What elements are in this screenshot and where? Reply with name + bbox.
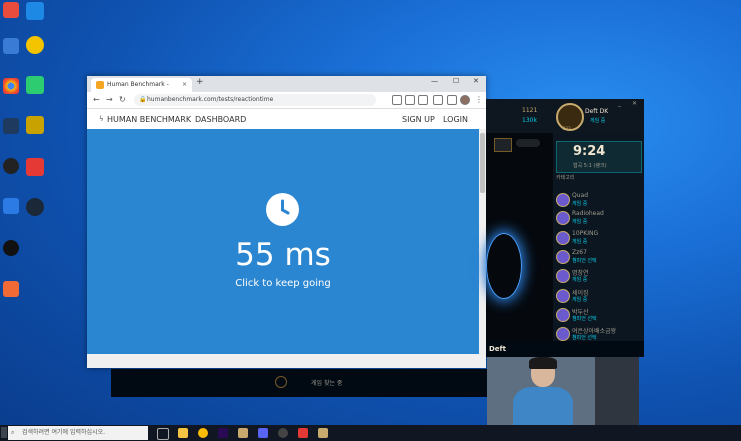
url-text: humanbenchmark.com/tests/reactiontime bbox=[147, 96, 274, 103]
friend-item[interactable]: 명창연 게임 중 bbox=[556, 267, 642, 285]
bolt-icon: ϟ bbox=[99, 115, 104, 123]
minimize-icon[interactable]: — bbox=[431, 77, 438, 85]
search-placeholder: 검색하려면 여기에 입력하십시오. bbox=[22, 429, 106, 436]
result-time: 55 ms bbox=[235, 237, 331, 273]
obs-icon[interactable] bbox=[0, 158, 22, 174]
client-footer: Deft bbox=[486, 341, 644, 357]
friends-header: 카테고리 bbox=[556, 175, 575, 181]
home-button[interactable] bbox=[494, 138, 512, 152]
queue-bar: 게임 찾는 중 bbox=[111, 369, 487, 397]
vertical-scrollbar[interactable] bbox=[479, 129, 486, 354]
address-bar-row: ← → ↻ 🔒 humanbenchmark.com/tests/reactio… bbox=[87, 92, 486, 109]
game-timer-card[interactable]: 9:24 협곡 5:1 (랭크) bbox=[556, 141, 642, 173]
reaction-test-area[interactable]: 55 ms Click to keep going bbox=[87, 129, 479, 354]
favicon-icon bbox=[96, 81, 104, 89]
desktop-icon[interactable] bbox=[22, 158, 48, 176]
extension-icon[interactable] bbox=[447, 95, 457, 105]
level-badge: 233 bbox=[563, 126, 571, 131]
desktop-icon[interactable] bbox=[0, 2, 22, 18]
extension-icon[interactable] bbox=[433, 95, 443, 105]
friend-item[interactable]: 10PKING 게임 중 bbox=[556, 229, 642, 247]
desktop-icon[interactable] bbox=[0, 240, 22, 256]
desktop-icon[interactable] bbox=[22, 116, 48, 134]
new-tab-button[interactable]: + bbox=[196, 77, 204, 87]
obs-icon[interactable] bbox=[278, 428, 288, 438]
footer-name: Deft bbox=[489, 345, 506, 353]
desktop-icon[interactable] bbox=[22, 76, 48, 94]
league-icon[interactable] bbox=[318, 428, 328, 438]
browser-window: Human Benchmark - Reaction × + — ☐ ✕ ← →… bbox=[87, 76, 486, 368]
desktop-icon[interactable] bbox=[0, 281, 22, 297]
friend-item[interactable]: Radiohead 게임 중 bbox=[556, 209, 642, 227]
url-input[interactable]: 🔒 humanbenchmark.com/tests/reactiontime bbox=[134, 94, 376, 106]
keep-going-text: Click to keep going bbox=[235, 278, 331, 289]
close-icon[interactable]: ✕ bbox=[473, 77, 479, 85]
minimize-icon[interactable]: _ bbox=[618, 100, 621, 107]
friends-panel: 9:24 협곡 5:1 (랭크) 카테고리 Quad 게임 중 Radiohead… bbox=[553, 133, 644, 357]
login-link[interactable]: LOGIN bbox=[443, 115, 468, 124]
tab-bar: Human Benchmark - Reaction × + — ☐ ✕ bbox=[87, 76, 486, 102]
search-input[interactable]: ⌕ 검색하려면 여기에 입력하십시오. bbox=[8, 426, 148, 440]
friend-item[interactable]: 박두산 챔피언 선택 bbox=[556, 306, 642, 324]
site-logo[interactable]: HUMAN BENCHMARK bbox=[107, 115, 191, 124]
start-icon[interactable] bbox=[1, 427, 7, 438]
league-client: 1121 130k 233 Deft DK 게임 중 _ ✕ 9:24 협곡 5… bbox=[486, 99, 644, 357]
taskbar: ⌕ 검색하려면 여기에 입력하십시오. bbox=[0, 425, 741, 441]
play-orb[interactable] bbox=[486, 233, 522, 299]
signup-link[interactable]: SIGN UP bbox=[402, 115, 435, 124]
forward-icon[interactable]: → bbox=[106, 95, 113, 104]
summoner-status: 게임 중 bbox=[590, 118, 606, 124]
site-header: ϟ HUMAN BENCHMARK DASHBOARD SIGN UP LOGI… bbox=[87, 109, 486, 130]
timer-text: 9:24 bbox=[573, 144, 606, 159]
desktop-icon[interactable] bbox=[0, 118, 22, 134]
timer-subtext: 협곡 5:1 (랭크) bbox=[573, 163, 607, 169]
chrome-icon[interactable] bbox=[198, 428, 208, 438]
client-content bbox=[486, 133, 553, 357]
chrome-icon[interactable] bbox=[0, 78, 22, 94]
close-tab-icon[interactable]: × bbox=[182, 78, 187, 92]
app-icon[interactable] bbox=[298, 428, 308, 438]
maximize-icon[interactable]: ☐ bbox=[453, 77, 459, 85]
desktop-icon[interactable] bbox=[0, 198, 22, 214]
dashboard-link[interactable]: DASHBOARD bbox=[195, 115, 246, 124]
close-icon[interactable]: ✕ bbox=[632, 100, 637, 107]
search-icon: ⌕ bbox=[11, 429, 15, 436]
desktop-icon[interactable] bbox=[22, 2, 48, 20]
premiere-icon[interactable] bbox=[218, 428, 228, 438]
friend-item[interactable]: Zz67 챔피언 선택 bbox=[556, 248, 642, 266]
cancel-icon[interactable] bbox=[275, 376, 287, 388]
desktop-icon[interactable] bbox=[0, 38, 22, 54]
browser-tab[interactable]: Human Benchmark - Reaction × bbox=[91, 78, 192, 102]
friend-item[interactable]: Quad 게임 중 bbox=[556, 191, 642, 209]
horizontal-scrollbar[interactable] bbox=[87, 354, 486, 368]
summoner-name: Deft DK bbox=[585, 108, 609, 115]
friend-item[interactable]: 세이징 게임 중 bbox=[556, 287, 642, 305]
streamer-hair bbox=[529, 357, 557, 369]
discord-icon[interactable] bbox=[258, 428, 268, 438]
queue-label[interactable]: 게임 찾는 중 bbox=[311, 378, 342, 387]
rp-value: 1121 bbox=[522, 107, 538, 114]
lock-icon: 🔒 bbox=[139, 96, 147, 103]
desktop-icon[interactable] bbox=[22, 36, 48, 54]
extension-icon[interactable] bbox=[405, 95, 415, 105]
menu-icon[interactable]: ⋮ bbox=[475, 95, 483, 104]
steam-icon[interactable] bbox=[22, 198, 48, 216]
be-value: 130k bbox=[522, 117, 537, 124]
task-view-icon[interactable] bbox=[157, 428, 169, 440]
reload-icon[interactable]: ↻ bbox=[119, 95, 126, 104]
explorer-icon[interactable] bbox=[178, 428, 188, 438]
clock-icon bbox=[266, 193, 299, 226]
toggle[interactable] bbox=[516, 139, 540, 147]
back-icon[interactable]: ← bbox=[93, 95, 100, 104]
profile-avatar[interactable] bbox=[460, 95, 470, 105]
app-icon[interactable] bbox=[238, 428, 248, 438]
star-icon[interactable] bbox=[418, 95, 428, 105]
client-header: 1121 130k 233 Deft DK 게임 중 _ ✕ bbox=[486, 99, 644, 133]
extension-icon[interactable] bbox=[392, 95, 402, 105]
